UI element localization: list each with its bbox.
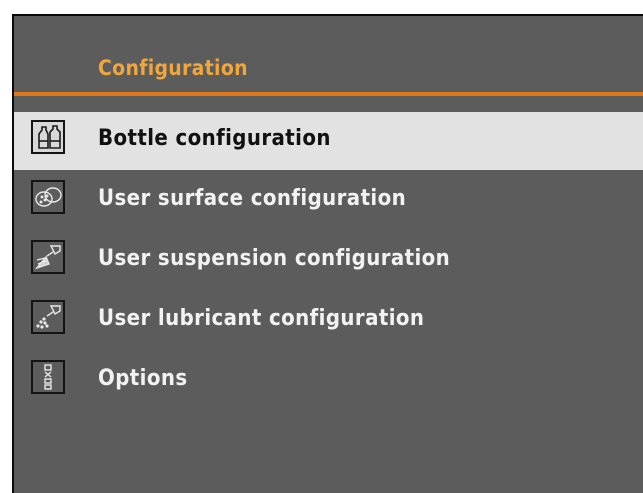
menu-item-user-suspension-configuration[interactable]: User suspension configuration <box>14 232 643 292</box>
page-title: Configuration <box>98 56 248 80</box>
menu-item-label: User suspension configuration <box>98 246 451 271</box>
menu-item-label: Options <box>98 366 188 391</box>
options-icon <box>31 360 65 394</box>
menu-item-label: User surface configuration <box>98 186 407 211</box>
spray-suspension-icon <box>31 240 65 274</box>
menu-item-user-surface-configuration[interactable]: User surface configuration <box>14 172 643 232</box>
bottle-icon <box>31 120 65 154</box>
menu-item-user-lubricant-configuration[interactable]: User lubricant configuration <box>14 292 643 352</box>
menu-item-options[interactable]: Options <box>14 352 643 412</box>
configuration-panel: Configuration Bottle configuration User … <box>12 14 643 493</box>
surface-icon <box>31 180 65 214</box>
menu-item-label: User lubricant configuration <box>98 306 425 331</box>
menu-item-bottle-configuration[interactable]: Bottle configuration <box>14 112 643 172</box>
spray-lubricant-icon <box>31 300 65 334</box>
configuration-menu: Bottle configuration User surface config… <box>14 112 643 412</box>
header-divider <box>14 92 643 96</box>
menu-item-label: Bottle configuration <box>98 126 331 151</box>
